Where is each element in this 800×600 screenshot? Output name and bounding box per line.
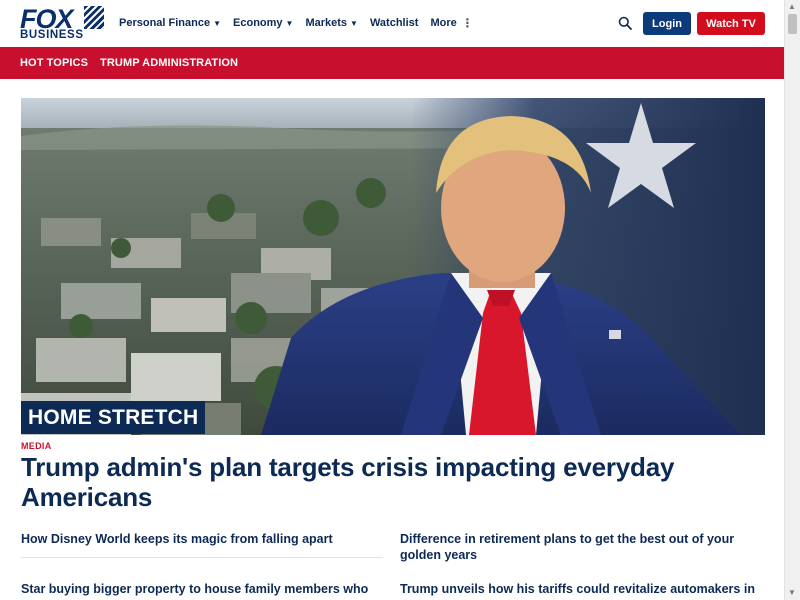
kicker-badge[interactable]: HOME STRETCH [21,401,206,434]
hot-topics-bar: HOT TOPICS TRUMP ADMINISTRATION [0,47,784,79]
caret-down-icon: ▼ [285,18,294,28]
kebab-icon: ⋮ [454,16,474,30]
hero-image[interactable] [21,98,765,435]
divider [21,557,383,558]
story-link[interactable]: Star buying bigger property to house fam… [21,581,381,597]
nav-label: Markets [305,17,348,29]
story-link[interactable]: Trump unveils how his tariffs could revi… [400,581,765,597]
site-header: FOX BUSINESS Personal Finance ▼ Economy … [0,0,784,48]
scroll-thumb[interactable] [788,14,797,34]
nav-economy[interactable]: Economy ▼ [233,16,293,30]
caret-down-icon: ▼ [350,18,358,28]
topic-hot-topics[interactable]: HOT TOPICS [20,57,88,69]
scroll-down-arrow-icon[interactable]: ▼ [788,588,796,597]
watch-tv-button[interactable]: Watch TV [697,12,765,35]
nav-label: Watchlist [369,17,419,29]
story-link[interactable]: Difference in retirement plans to get th… [400,531,760,563]
category-label[interactable]: MEDIA [21,441,52,451]
logo-stripes [84,6,104,29]
fox-business-logo[interactable]: FOX BUSINESS [20,6,104,42]
main-nav: Personal Finance ▼ Economy ▼ Markets ▼ W… [119,16,485,30]
nav-markets[interactable]: Markets ▼ [305,16,358,30]
hero-illustration [21,98,765,435]
search-icon[interactable] [618,16,632,30]
login-button[interactable]: Login [643,12,691,35]
nav-watchlist[interactable]: Watchlist [370,16,419,30]
topic-trump-administration[interactable]: TRUMP ADMINISTRATION [100,57,238,69]
nav-label: Personal Finance [119,17,211,29]
nav-personal-finance[interactable]: Personal Finance ▼ [119,16,221,30]
scroll-up-arrow-icon[interactable]: ▲ [788,2,796,11]
nav-label: Economy [233,17,283,29]
hero-headline[interactable]: Trump admin's plan targets crisis impact… [21,452,771,512]
nav-more[interactable]: More ⋮ [430,16,473,30]
story-link[interactable]: How Disney World keeps its magic from fa… [21,531,381,547]
page-scrollbar[interactable]: ▲ ▼ [784,0,800,600]
kicker-text: HOME STRETCH [28,405,199,429]
logo-business-text: BUSINESS [20,29,84,41]
nav-label: More [430,17,457,29]
caret-down-icon: ▼ [213,18,222,28]
